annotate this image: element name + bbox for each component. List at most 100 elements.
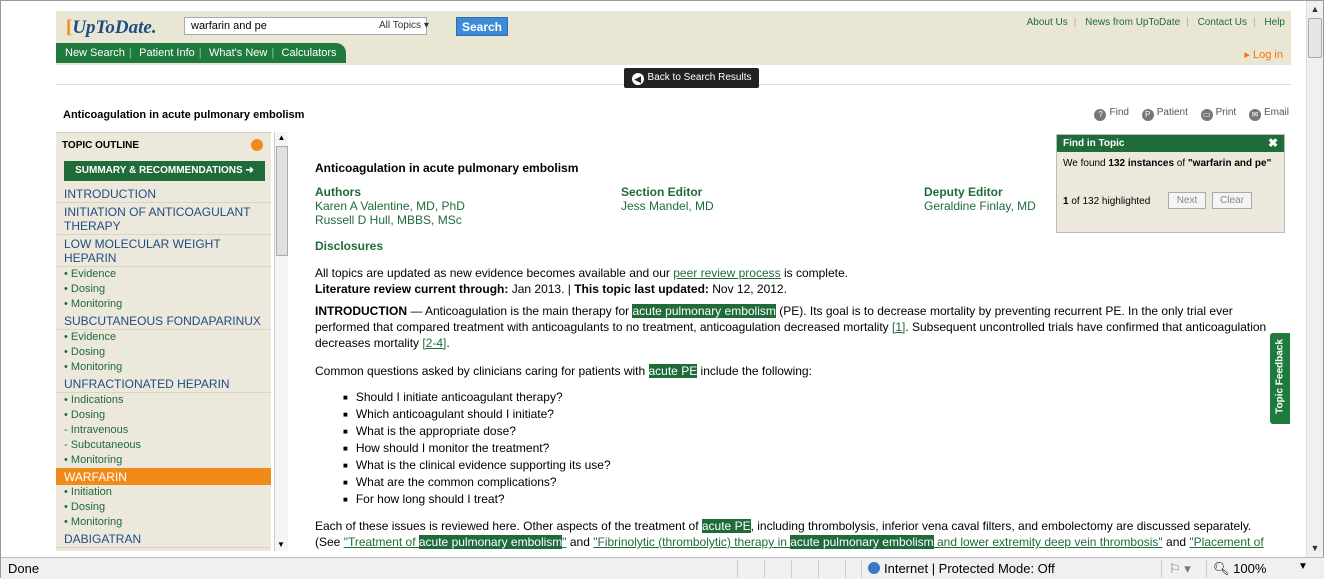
author-link[interactable]: Russell D Hull, MBBS, MSc [315,213,465,227]
outline-item[interactable]: • Monitoring [56,360,271,375]
disclosures-link[interactable]: Disclosures [315,239,383,253]
outline-item[interactable]: • Dosing [56,282,271,297]
authors-label: Authors [315,185,361,199]
outline-item[interactable]: - Intravenous [56,423,271,438]
outline-item[interactable]: DABIGATRAN [56,530,271,548]
outline-item[interactable]: SUBCUTANEOUS FONDAPARINUX [56,312,271,330]
find-icon: ? [1094,109,1107,121]
reference-link[interactable]: [2-4] [422,336,446,350]
globe-icon [868,562,880,574]
print-tool[interactable]: ▭ Print [1191,107,1236,121]
scroll-up-icon[interactable]: ▲ [1307,1,1323,18]
outline-item[interactable]: • Evidence [56,330,271,345]
back-to-results-button[interactable]: ◀ Back to Search Results [624,68,759,88]
topic-outline: TOPIC OUTLINE SUMMARY & RECOMMENDATIONS … [56,132,271,551]
list-item: What are the common complications? [343,474,1270,491]
scroll-up-icon[interactable]: ▲ [275,132,288,144]
find-panel-header: Find in Topic ✖ [1057,135,1284,152]
top-links: About Us | News from UpToDate | Contact Us… [1026,17,1285,28]
outline-scrollbar[interactable]: ▲ ▼ [274,132,288,551]
reference-link[interactable]: [1] [892,320,905,334]
outline-item[interactable]: - Subcutaneous [56,438,271,453]
find-count: 1 of 132 highlighted [1063,196,1151,207]
outline-title: TOPIC OUTLINE [62,140,140,151]
find-tool[interactable]: ? Find [1084,107,1129,121]
outline-item[interactable]: • Dosing [56,408,271,423]
topic-select[interactable]: All Topics ▾ [379,20,429,31]
about-us-link[interactable]: About Us [1027,17,1068,28]
patient-tool[interactable]: P Patient [1132,107,1188,121]
outline-item[interactable]: • Monitoring [56,515,271,530]
contact-us-link[interactable]: Contact Us [1198,17,1247,28]
security-zone[interactable]: Internet | Protected Mode: Off [868,561,1055,576]
outline-item[interactable]: INITIATION OF ANTICOAGULANT THERAPY [56,203,271,235]
outline-item[interactable]: • Dosing [56,345,271,360]
zoom-icon: 🔍︎ [1213,561,1230,576]
email-icon: ✉ [1248,109,1261,121]
common-questions-paragraph: Common questions asked by clinicians car… [315,364,812,378]
authors-block: Authors Karen A Valentine, MD, PhD Russe… [315,185,465,227]
nav-calculators[interactable]: Calculators [278,47,341,59]
scroll-down-icon[interactable]: ▼ [275,539,287,551]
site-header: [UpToDate. All Topics ▾ Search About Us|… [56,11,1291,65]
nav-whats-new[interactable]: What's New [205,47,271,59]
collapse-icon[interactable] [251,139,263,151]
protected-mode-icon[interactable]: ⚐ ▾ [1169,561,1191,577]
outline-item[interactable]: • Evidence [56,267,271,282]
email-tool[interactable]: ✉ Email [1239,107,1289,121]
news-link[interactable]: News from UpToDate [1085,17,1180,28]
login-link[interactable]: ▸ Log in [1244,48,1283,61]
nav-new-search[interactable]: New Search [56,47,129,59]
find-in-topic-panel: Find in Topic ✖ We found 132 instances of… [1056,134,1285,233]
deputy-editor-block: Deputy Editor Geraldine Finlay, MD [924,185,1036,213]
outline-header: TOPIC OUTLINE [56,133,271,157]
scroll-thumb[interactable] [1308,18,1322,58]
scroll-down-icon[interactable]: ▼ [1307,540,1323,557]
nav-patient-info[interactable]: Patient Info [135,47,199,59]
section-editor-link[interactable]: Jess Mandel, MD [621,199,714,213]
close-icon[interactable]: ✖ [1268,135,1278,152]
deputy-editor-link[interactable]: Geraldine Finlay, MD [924,199,1036,213]
uptodate-logo[interactable]: [UpToDate. [66,17,157,39]
peer-review-link[interactable]: peer review process [673,266,780,280]
list-item: How should I monitor the treatment? [343,440,1270,457]
help-link[interactable]: Help [1264,17,1285,28]
outline-item[interactable]: • Monitoring [56,453,271,468]
outline-item[interactable]: INTRODUCTION [56,185,271,203]
outline-item[interactable]: WARFARIN [56,468,271,485]
outline-item[interactable]: UNFRACTIONATED HEPARIN [56,375,271,393]
search-highlight: acute PE [648,364,698,378]
summary-recommendations-button[interactable]: SUMMARY & RECOMMENDATIONS ➜ [64,161,265,181]
search-button[interactable]: Search [456,17,508,36]
treatment-link[interactable]: "Treatment of acute pulmonary embolism" [344,535,567,549]
list-item: What is the appropriate dose? [343,423,1270,440]
outline-item[interactable]: • Dosing [56,500,271,515]
find-message: We found 132 instances of "warfarin and … [1063,158,1272,169]
zoom-level[interactable]: 🔍︎ 100% [1213,561,1266,577]
page-scrollbar[interactable]: ▲ ▼ [1306,1,1323,557]
article-title: Anticoagulation in acute pulmonary embol… [315,161,579,175]
list-item: Should I initiate anticoagulant therapy? [343,389,1270,406]
intro-paragraph: INTRODUCTION — Anticoagulation is the ma… [315,304,1267,350]
section-editor-label: Section Editor [621,185,703,199]
list-item: For how long should I treat? [343,491,1270,508]
outline-item[interactable]: • Indications [56,393,271,408]
clear-button[interactable]: Clear [1212,192,1252,209]
main-nav: New Search | Patient Info | What's New | Ca… [56,43,346,63]
status-bar: Done Internet | Protected Mode: Off ⚐ ▾ … [1,557,1324,579]
outline-item[interactable]: LOW MOLECULAR WEIGHT HEPARIN [56,235,271,267]
next-button[interactable]: Next [1168,192,1206,209]
search-highlight: acute PE [701,519,751,533]
author-link[interactable]: Karen A Valentine, MD, PhD [315,199,465,213]
outline-item[interactable]: • Monitoring [56,297,271,312]
back-arrow-icon: ◀ [631,73,644,85]
update-paragraph: All topics are updated as new evidence b… [315,266,848,296]
chevron-down-icon[interactable]: ▼ [1298,561,1308,572]
list-item: Which anticoagulant should I initiate? [343,406,1270,423]
patient-icon: P [1141,109,1154,121]
outline-item[interactable]: • Initiation [56,485,271,500]
scroll-thumb[interactable] [276,146,288,256]
status-text: Done [8,561,40,576]
topic-feedback-tab[interactable]: Topic Feedback [1270,333,1290,424]
fibrinolytic-link[interactable]: "Fibrinolytic (thrombolytic) therapy in … [593,535,1163,549]
